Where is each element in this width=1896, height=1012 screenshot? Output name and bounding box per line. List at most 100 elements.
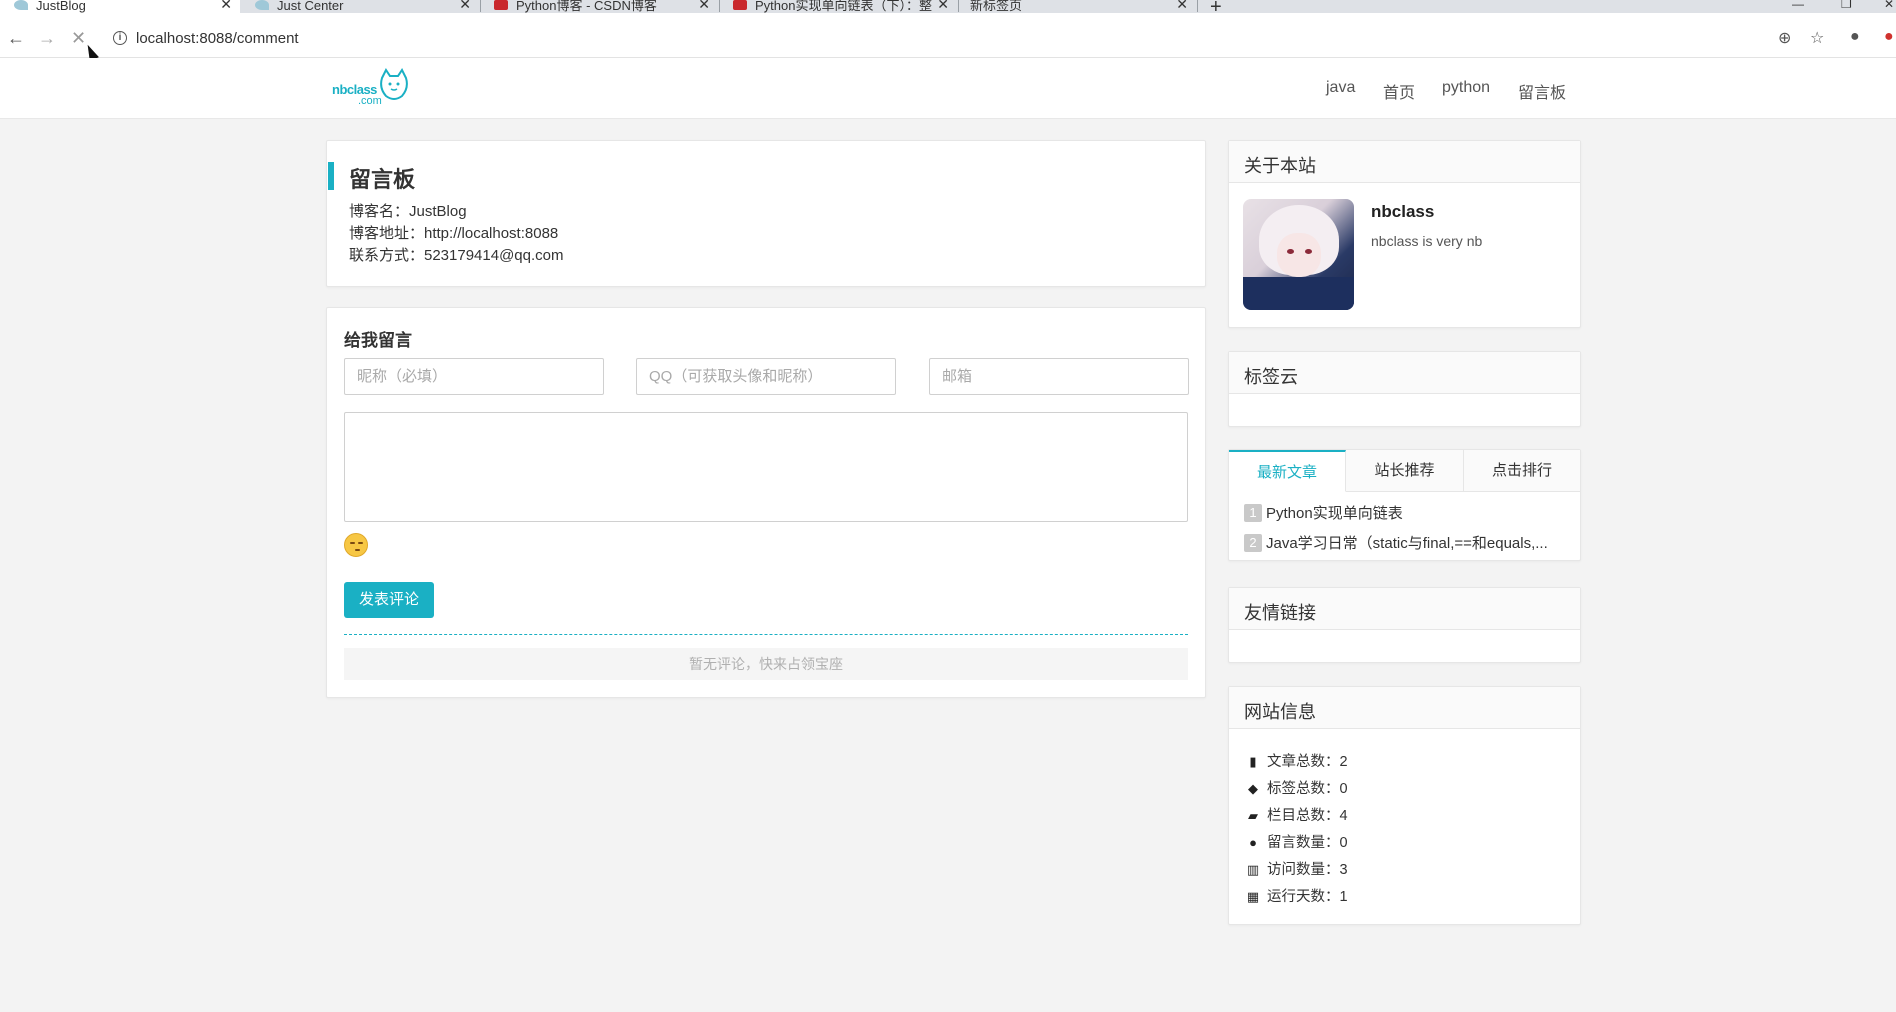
- close-tab-icon[interactable]: ✕: [220, 0, 232, 11]
- tab-separator: [1197, 0, 1198, 12]
- tag-cloud-title: 标签云: [1244, 367, 1298, 387]
- article-title: Java学习日常（static与final,==和equals,...: [1266, 535, 1548, 552]
- browser-tab-just-center[interactable]: Just Center ✕: [243, 0, 479, 13]
- forward-arrow-icon[interactable]: →: [38, 28, 56, 49]
- comment-form-title: 给我留言: [344, 331, 412, 350]
- minimize-window-icon[interactable]: —: [1792, 0, 1804, 11]
- tab-separator: [480, 0, 481, 12]
- address-bar[interactable]: [103, 26, 1803, 50]
- comment-textarea[interactable]: [344, 412, 1188, 522]
- emoji-picker-icon[interactable]: [344, 533, 368, 557]
- stat-label: 访问数量：3: [1267, 862, 1348, 878]
- tab-title: JustBlog: [36, 0, 86, 13]
- email-input[interactable]: [929, 358, 1189, 395]
- page-title: 留言板: [349, 167, 416, 192]
- title-accent-bar: [328, 162, 334, 190]
- about-title: 关于本站: [1244, 156, 1316, 176]
- file-icon: ▮: [1249, 754, 1257, 769]
- article-list-item[interactable]: 2 Java学习日常（static与final,==和equals,...: [1244, 532, 1564, 553]
- article-title: Python实现单向链表: [1266, 505, 1403, 522]
- tab-separator: [958, 0, 959, 12]
- site-info-icon[interactable]: i: [113, 31, 127, 45]
- stat-label: 留言数量：0: [1267, 835, 1348, 851]
- site-header: [0, 58, 1896, 119]
- zoom-icon[interactable]: ⊕: [1778, 28, 1791, 48]
- comments-icon: ●: [1249, 835, 1257, 850]
- card-header: 网站信息: [1229, 687, 1580, 729]
- friend-links-card: 友情链接: [1228, 587, 1581, 663]
- tag-cloud-card: 标签云: [1228, 351, 1581, 427]
- close-window-icon[interactable]: ✕: [1884, 0, 1894, 11]
- rank-number: 1: [1244, 504, 1262, 522]
- avatar-eye: [1287, 249, 1294, 254]
- tab-separator: [719, 0, 720, 12]
- csdn-favicon-icon: [733, 0, 747, 10]
- tab-recommended[interactable]: 站长推荐: [1346, 450, 1464, 492]
- rank-number: 2: [1244, 534, 1262, 552]
- stat-article-count: ▮ 文章总数：2: [1245, 750, 1348, 771]
- stat-label: 栏目总数：4: [1267, 808, 1348, 824]
- extension-icon[interactable]: ●: [1884, 28, 1894, 46]
- browser-tab-justblog[interactable]: JustBlog ✕: [0, 0, 240, 13]
- tab-latest-articles[interactable]: 最新文章: [1229, 450, 1346, 492]
- avatar: [1243, 199, 1354, 310]
- author-name: nbclass: [1371, 202, 1435, 221]
- contact-info: 联系方式：523179414@qq.com: [349, 247, 564, 264]
- blog-name: 博客名：JustBlog: [349, 203, 467, 220]
- restore-window-icon[interactable]: ❐: [1841, 0, 1852, 11]
- card-header: 关于本站: [1229, 141, 1580, 183]
- article-list-item[interactable]: 1 Python实现单向链表: [1244, 502, 1564, 523]
- bar-chart-icon: ▥: [1246, 862, 1260, 877]
- author-description: nbclass is very nb: [1371, 233, 1483, 249]
- submit-comment-button[interactable]: 发表评论: [344, 582, 434, 618]
- stat-tag-count: ◆ 标签总数：0: [1245, 777, 1348, 798]
- close-tab-icon[interactable]: ✕: [1176, 0, 1188, 11]
- avatar-face: [1277, 233, 1321, 277]
- calendar-icon: ▦: [1246, 889, 1260, 904]
- blog-url: 博客地址：http://localhost:8088: [349, 225, 559, 242]
- tags-icon: ◆: [1248, 781, 1258, 796]
- profile-avatar-icon[interactable]: ●: [1850, 28, 1860, 46]
- qq-input[interactable]: [636, 358, 896, 395]
- card-header: 友情链接: [1229, 588, 1580, 630]
- stat-label: 运行天数：1: [1267, 889, 1348, 905]
- folder-open-icon: ▰: [1248, 808, 1258, 823]
- tab-title: Python博客 - CSDN博客: [516, 0, 657, 13]
- avatar-eye: [1305, 249, 1312, 254]
- stat-label: 文章总数：2: [1267, 754, 1348, 770]
- stat-comment-count: ● 留言数量：0: [1245, 831, 1348, 852]
- site-logo[interactable]: nbclass .com: [332, 68, 412, 108]
- nav-java[interactable]: java: [1326, 79, 1355, 97]
- tab-title: 新标签页: [970, 0, 1023, 13]
- site-favicon-icon: [14, 0, 28, 10]
- browser-tab-linked-list[interactable]: Python实现单向链表（下）：整 ✕: [721, 0, 957, 13]
- friend-links-title: 友情链接: [1244, 603, 1316, 623]
- csdn-favicon-icon: [494, 0, 508, 10]
- nickname-input[interactable]: [344, 358, 604, 395]
- no-comments-message: 暂无评论，快来占领宝座: [344, 648, 1188, 680]
- stat-running-days: ▦ 运行天数：1: [1245, 885, 1348, 906]
- url-text[interactable]: localhost:8088/comment: [136, 30, 299, 47]
- card-header: 标签云: [1229, 352, 1580, 394]
- tab-title: Python实现单向链表（下）：整: [755, 0, 932, 13]
- tab-title: Just Center: [277, 0, 344, 13]
- stat-category-count: ▰ 栏目总数：4: [1245, 804, 1348, 825]
- cat-logo-icon: [380, 68, 408, 100]
- nav-message-board[interactable]: 留言板: [1518, 79, 1566, 103]
- site-info-title: 网站信息: [1244, 702, 1316, 722]
- site-favicon-icon: [255, 0, 269, 10]
- nav-python[interactable]: python: [1442, 79, 1490, 97]
- close-tab-icon[interactable]: ✕: [459, 0, 471, 11]
- browser-tab-csdn[interactable]: Python博客 - CSDN博客 ✕: [482, 0, 718, 13]
- close-tab-icon[interactable]: ✕: [937, 0, 949, 11]
- stat-label: 标签总数：0: [1267, 781, 1348, 797]
- divider: [344, 634, 1188, 635]
- avatar-coat: [1243, 277, 1354, 310]
- bookmark-star-icon[interactable]: ☆: [1810, 28, 1824, 48]
- tab-most-clicked[interactable]: 点击排行: [1464, 450, 1580, 492]
- stat-visit-count: ▥ 访问数量：3: [1245, 858, 1348, 879]
- browser-tab-new[interactable]: 新标签页 ✕: [960, 0, 1196, 13]
- back-arrow-icon[interactable]: ←: [7, 28, 25, 49]
- close-tab-icon[interactable]: ✕: [698, 0, 710, 11]
- nav-home[interactable]: 首页: [1383, 79, 1415, 103]
